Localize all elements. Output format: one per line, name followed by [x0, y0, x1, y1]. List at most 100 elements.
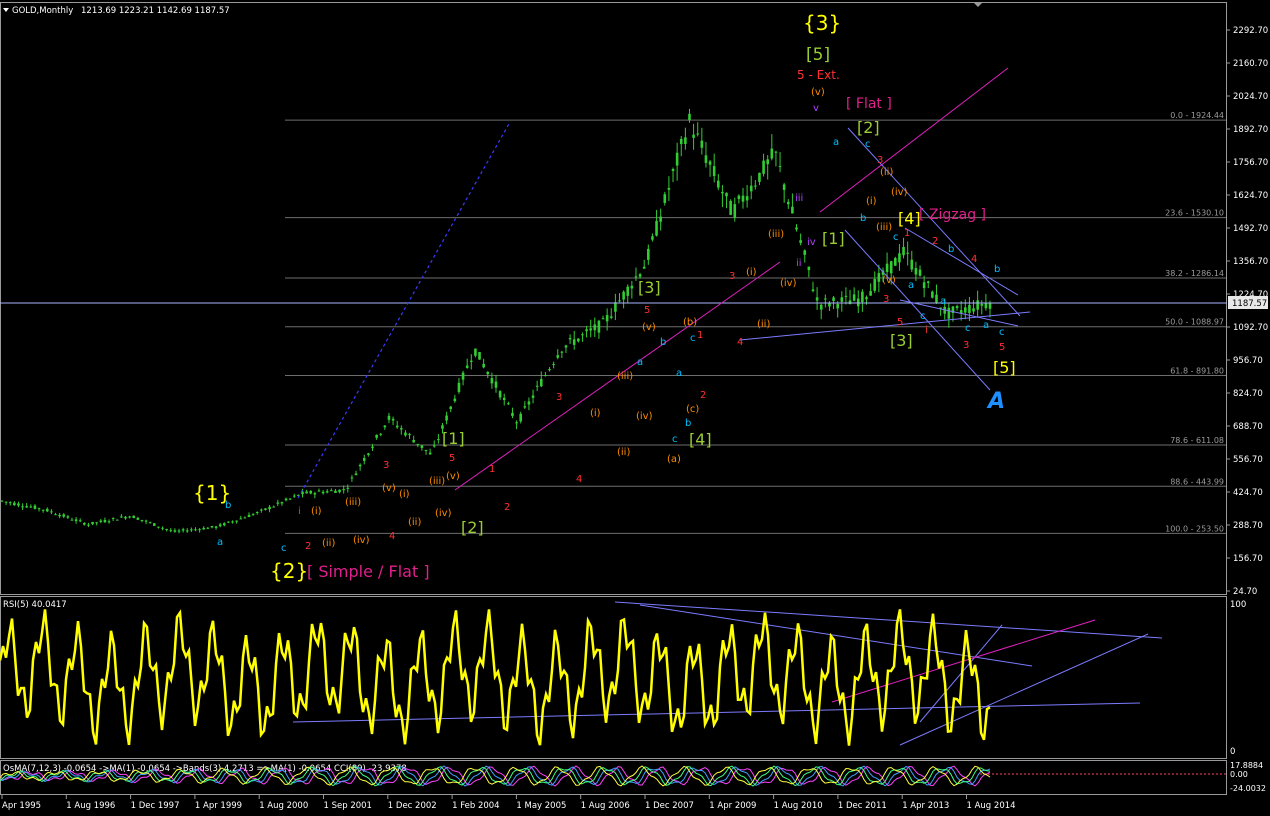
collapse-arrow-icon[interactable]	[3, 8, 9, 12]
svg-text:a: a	[676, 368, 682, 379]
svg-text:(iii): (iii)	[876, 222, 892, 233]
svg-text:c: c	[281, 543, 287, 554]
candle-body	[408, 434, 411, 436]
price-tick-label: 1356.70	[1233, 257, 1268, 267]
candle-body	[383, 425, 387, 428]
candle-body	[83, 522, 86, 525]
candle-body	[741, 195, 745, 202]
candle-body	[795, 227, 798, 230]
candle-body	[873, 278, 877, 291]
candle-body	[461, 372, 465, 380]
svg-text:3: 3	[877, 155, 883, 166]
price-candles	[0, 108, 992, 534]
candle-body	[358, 464, 362, 467]
price-tick-label: 1892.70	[1233, 125, 1268, 135]
fib-label: 88.6 - 443.99	[1170, 477, 1224, 486]
candle-body	[486, 371, 490, 375]
wave-label-3-right: [3]	[890, 331, 913, 350]
svg-text:a: a	[908, 280, 914, 291]
candle-body	[354, 473, 358, 476]
svg-text:a: a	[983, 320, 989, 331]
candle-body	[362, 458, 366, 461]
candle-body	[457, 382, 461, 392]
blue-trendline-d[interactable]	[899, 299, 1019, 327]
svg-text:b: b	[685, 418, 691, 429]
svg-text:5: 5	[449, 453, 455, 464]
candle-body	[157, 526, 160, 528]
candle-body	[507, 403, 510, 405]
candle-body	[581, 334, 584, 336]
candle-body	[560, 351, 564, 353]
candle-body	[601, 318, 605, 320]
candle-body	[819, 304, 823, 310]
svg-text:(ii): (ii)	[322, 538, 335, 549]
price-axis: 2292.70 2160.70 2024.70 1892.70 1756.70 1624.…	[1226, 26, 1268, 597]
svg-text:(i): (i)	[590, 408, 601, 419]
candle-body	[708, 161, 712, 165]
candle-body	[321, 491, 325, 494]
dotted-trendline[interactable]	[297, 121, 511, 499]
candle-body	[799, 240, 802, 243]
candle-body	[910, 259, 914, 270]
candle-body	[264, 508, 267, 510]
candle-body	[470, 360, 473, 362]
candle-body	[539, 379, 543, 387]
magenta-trendline-upper[interactable]	[819, 67, 1009, 213]
blue-trendline-b[interactable]	[904, 227, 1019, 296]
rsi-panel-frame	[0, 596, 1227, 759]
candle-body	[140, 519, 144, 521]
price-tick-label: 1624.70	[1233, 191, 1268, 201]
candle-body	[91, 521, 94, 525]
candle-body	[62, 514, 66, 517]
candle-body	[931, 291, 934, 298]
svg-text:3: 3	[729, 271, 735, 282]
svg-text:c: c	[672, 434, 678, 445]
time-tick-label: 1 Aug 2006	[581, 801, 630, 811]
svg-text:c: c	[965, 323, 971, 334]
wave-label-2-left: [2]	[461, 518, 484, 537]
svg-text:2: 2	[700, 390, 706, 401]
candle-body	[107, 521, 111, 523]
candle-body	[412, 439, 415, 443]
svg-text:b: b	[948, 244, 954, 255]
candle-body	[17, 503, 20, 506]
candle-body	[13, 502, 16, 506]
time-tick-label: 1 Sep 2001	[324, 801, 372, 811]
svg-text:i: i	[298, 506, 301, 517]
candle-body	[848, 300, 852, 305]
symbol-label: GOLD,Monthly	[12, 6, 73, 16]
chart-shift-marker-icon[interactable]	[973, 2, 983, 7]
candle-body	[173, 530, 177, 532]
time-tick-label: 1 Feb 2004	[452, 801, 500, 811]
rsi-title: RSI(5) 40.0417	[3, 600, 67, 610]
svg-text:c: c	[920, 311, 926, 322]
price-tick-label: 556.70	[1233, 455, 1263, 465]
candle-body	[334, 490, 337, 494]
price-tick-label: 1092.70	[1233, 323, 1268, 333]
candle-body	[305, 491, 308, 494]
candle-body	[144, 520, 148, 522]
candle-body	[239, 518, 243, 520]
candle-body	[70, 519, 74, 521]
time-tick-label: Apr 1995	[2, 801, 41, 811]
candle-body	[465, 365, 469, 368]
candle-body	[494, 381, 498, 388]
price-tick-label: 2160.70	[1233, 59, 1268, 69]
candle-body	[74, 519, 78, 522]
candle-body	[424, 450, 428, 452]
svg-text:(ii): (ii)	[880, 167, 893, 178]
candle-body	[330, 490, 333, 492]
svg-text:iii: iii	[795, 193, 803, 204]
candle-body	[572, 339, 576, 345]
candle-body	[136, 517, 140, 520]
candle-body	[889, 261, 893, 274]
candle-body	[103, 519, 107, 523]
rsi-trendline-2[interactable]	[614, 601, 1163, 639]
svg-text:b: b	[860, 213, 866, 224]
svg-text:iv: iv	[807, 237, 816, 248]
svg-text:3: 3	[556, 392, 562, 403]
candle-body	[387, 415, 391, 420]
candle-body	[647, 248, 650, 260]
candle-body	[21, 506, 24, 508]
time-tick-label: 1 Dec 2011	[838, 801, 887, 811]
